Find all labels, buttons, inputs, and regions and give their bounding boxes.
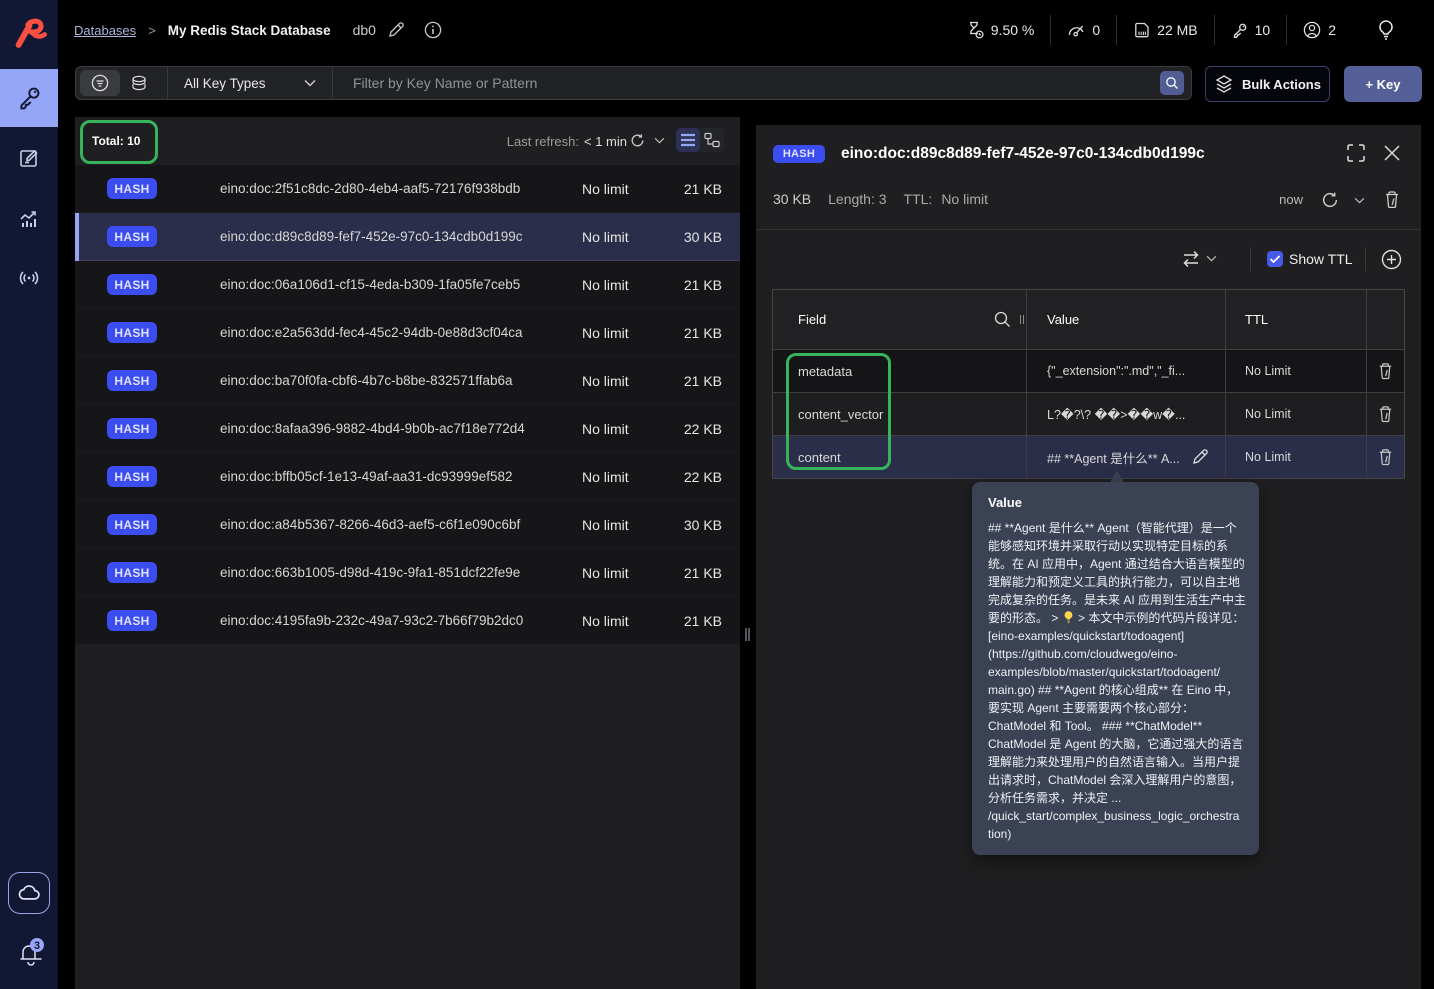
svg-text:3: 3 (34, 940, 40, 952)
